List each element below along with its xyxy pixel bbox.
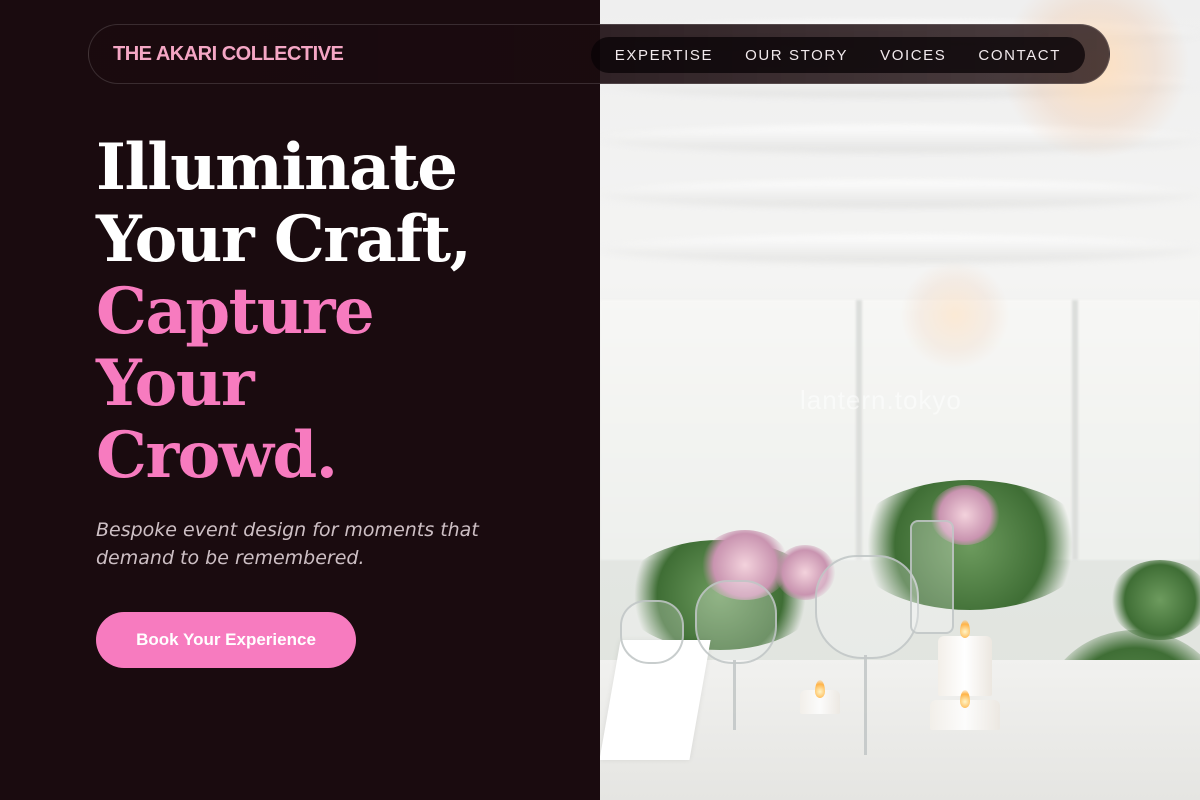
- book-experience-button[interactable]: Book Your Experience: [96, 612, 356, 668]
- chandelier-glow: [900, 260, 1010, 370]
- brand-logo[interactable]: THE AKARI COLLECTIVE: [113, 43, 344, 66]
- wine-glass: [815, 555, 919, 659]
- nav-link-our-story[interactable]: OUR STORY: [745, 47, 848, 64]
- candle-flame: [960, 690, 970, 708]
- hero-subtitle: Bespoke event design for moments that de…: [96, 519, 479, 569]
- nav-link-voices[interactable]: VOICES: [880, 47, 946, 64]
- glass-stem: [864, 655, 867, 755]
- top-navigation: THE AKARI COLLECTIVE EXPERTISE OUR STORY…: [88, 24, 1110, 84]
- photo-watermark: lantern.tokyo: [800, 385, 962, 415]
- nav-link-contact[interactable]: CONTACT: [978, 47, 1061, 64]
- centerpiece-foliage: [1110, 560, 1200, 640]
- wine-glass: [620, 600, 684, 664]
- wine-glass: [695, 580, 777, 664]
- hero-headline: Illuminate Your Craft, Capture Your Crow…: [96, 130, 472, 493]
- headline-line: Illuminate: [96, 130, 458, 205]
- candle-flame: [960, 620, 970, 638]
- nav-link-expertise[interactable]: EXPERTISE: [615, 47, 713, 64]
- glass-stem: [733, 660, 736, 730]
- headline-line-accent: Capture: [96, 274, 375, 349]
- nav-links: EXPERTISE OUR STORY VOICES CONTACT: [590, 37, 1085, 73]
- water-glass: [910, 520, 954, 634]
- pillar-candle: [938, 636, 992, 696]
- headline-line-accent: Your: [96, 346, 255, 421]
- drape-fold: [600, 235, 1200, 263]
- headline-line: Your Craft,: [96, 202, 472, 277]
- headline-line-accent: Crowd.: [96, 418, 338, 493]
- drape-fold: [600, 180, 1200, 208]
- candle-flame: [815, 680, 825, 698]
